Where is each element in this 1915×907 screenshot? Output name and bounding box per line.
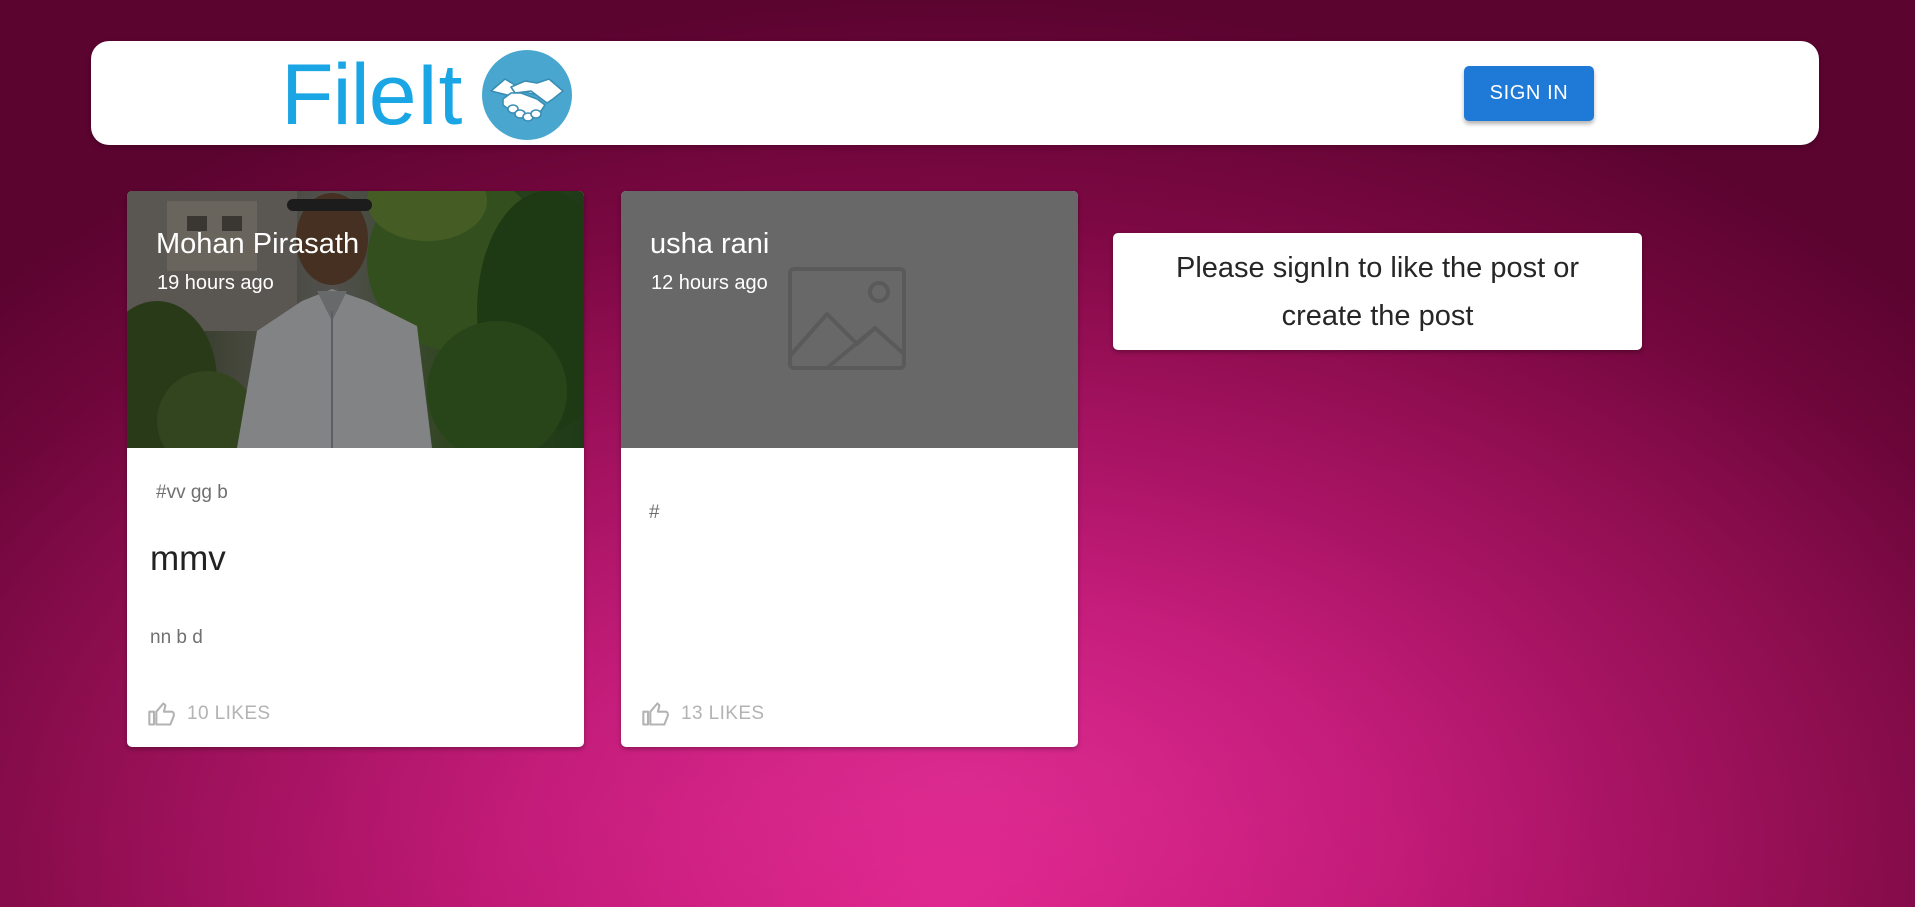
post-image: Mohan Pirasath 19 hours ago <box>127 191 584 448</box>
post-time: 12 hours ago <box>651 272 768 294</box>
post-message: nn b d <box>150 627 203 648</box>
app-bar: FileIt SIGN IN <box>91 41 1819 145</box>
brand-title[interactable]: FileIt <box>281 50 462 140</box>
brand[interactable]: FileIt <box>281 49 573 141</box>
post-title: mmv <box>150 539 226 578</box>
thumb-up-icon <box>642 702 669 726</box>
thumb-up-icon <box>148 702 175 726</box>
post-author: Mohan Pirasath <box>156 228 360 260</box>
like-count: 13 LIKES <box>681 703 765 724</box>
post-time: 19 hours ago <box>157 272 274 294</box>
handshake-icon <box>482 50 573 140</box>
sign-in-button[interactable]: SIGN IN <box>1464 66 1594 121</box>
post-author: usha rani <box>650 228 770 260</box>
post-card: Mohan Pirasath 19 hours ago #vv gg b mmv… <box>127 191 584 747</box>
sign-in-notice: Please signIn to like the post or create… <box>1113 233 1642 350</box>
post-image: usha rani 12 hours ago <box>621 191 1078 448</box>
sign-in-notice-text: Please signIn to like the post or create… <box>1175 251 1579 332</box>
image-placeholder-icon <box>788 267 906 370</box>
like-button[interactable]: 13 LIKES <box>641 696 764 732</box>
post-tags: # <box>649 502 660 523</box>
like-count: 10 LIKES <box>187 703 271 724</box>
post-tags: #vv gg b <box>156 482 228 503</box>
post-card: usha rani 12 hours ago # 13 LIKES <box>621 191 1078 747</box>
like-button[interactable]: 10 LIKES <box>147 696 270 732</box>
